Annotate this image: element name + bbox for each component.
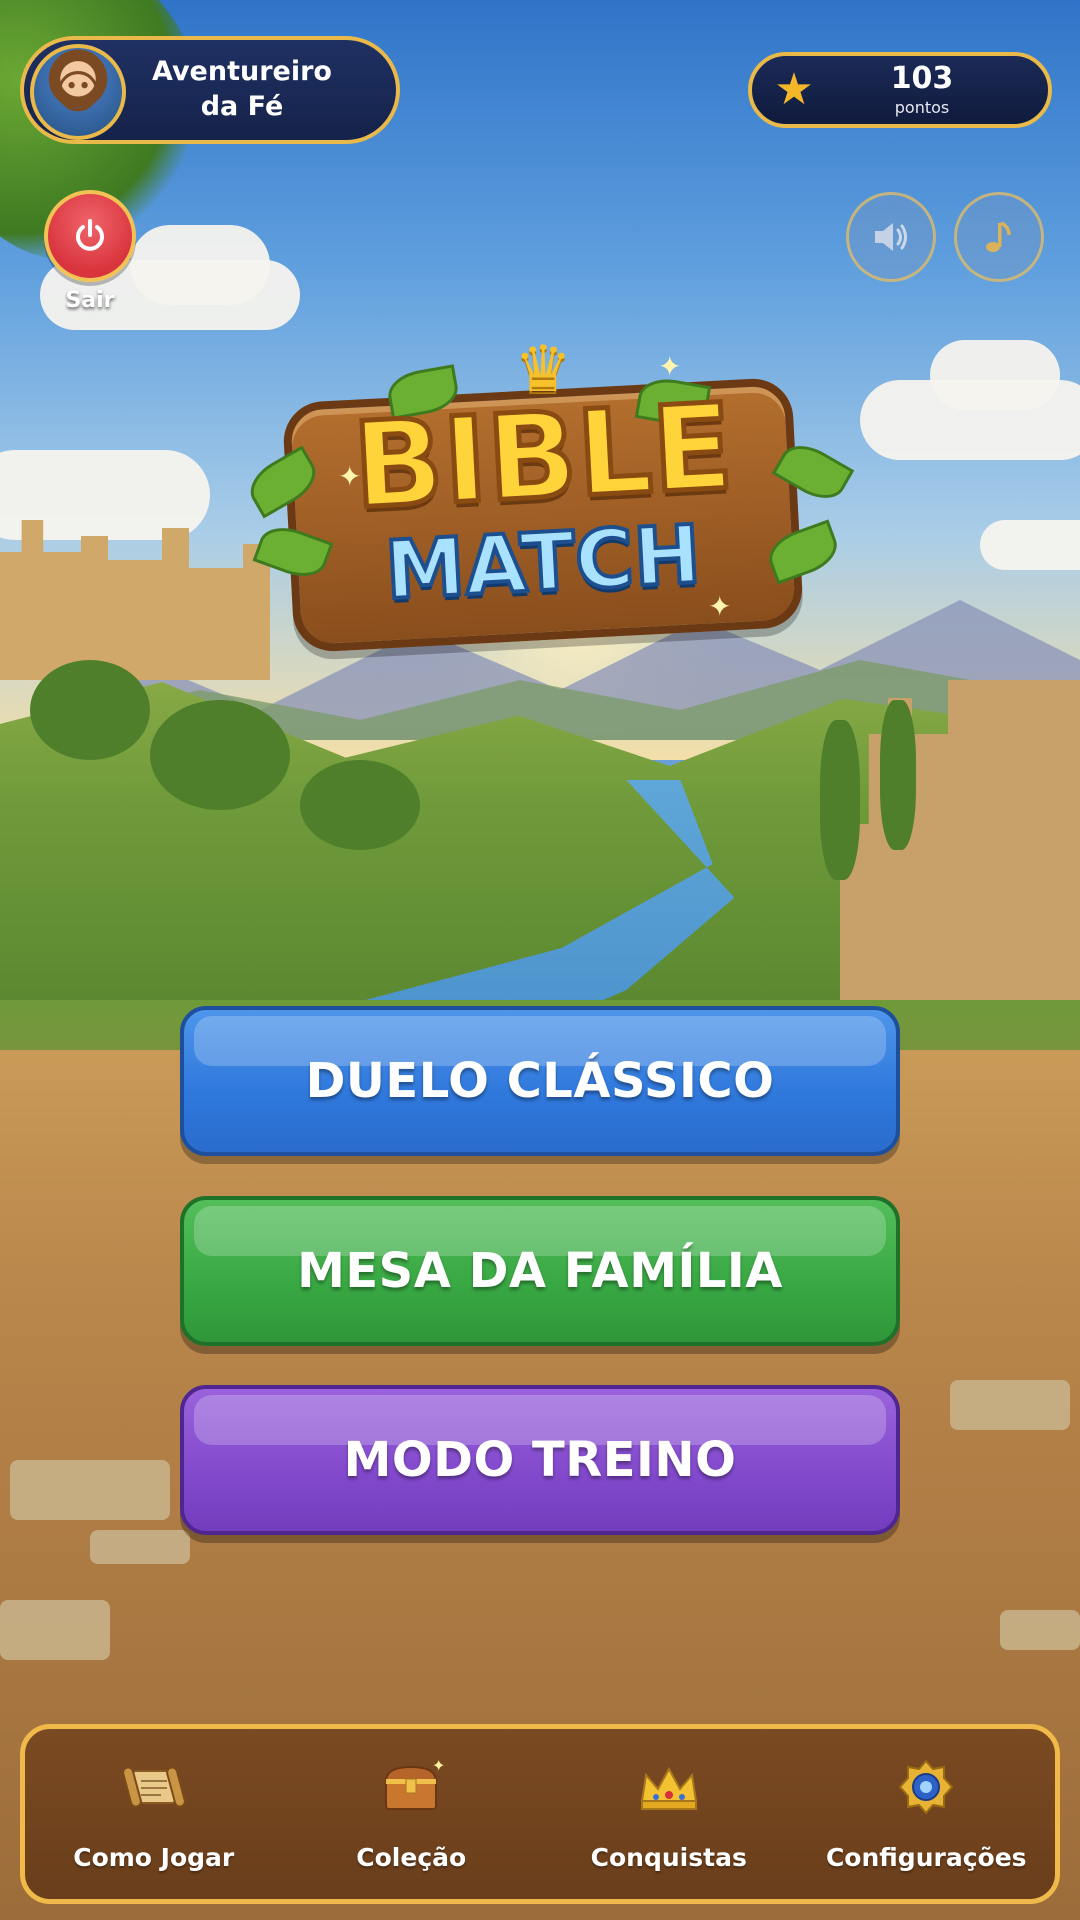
score-display: ★ 103 pontos bbox=[748, 52, 1052, 128]
exit-label: Sair bbox=[65, 288, 115, 313]
stone bbox=[1000, 1610, 1080, 1650]
player-name: Aventureiro da Fé bbox=[152, 56, 332, 122]
stone bbox=[10, 1460, 170, 1520]
bottom-nav: Como Jogar ✦ Coleção Conquistas Configur… bbox=[20, 1724, 1060, 1904]
power-icon bbox=[76, 219, 104, 251]
tree bbox=[150, 700, 290, 810]
speaker-icon bbox=[875, 223, 907, 251]
classic-duel-label: DUELO CLÁSSICO bbox=[305, 1053, 775, 1109]
classic-duel-button[interactable]: DUELO CLÁSSICO bbox=[180, 1006, 900, 1156]
nav-item-settings[interactable]: Configurações bbox=[798, 1729, 1056, 1899]
scroll-icon bbox=[118, 1755, 190, 1819]
sound-toggle-button[interactable] bbox=[846, 192, 936, 282]
nav-label-achievements: Conquistas bbox=[590, 1843, 747, 1872]
player-profile[interactable]: ☺ Aventureiro da Fé bbox=[20, 36, 400, 144]
training-mode-label: MODO TREINO bbox=[343, 1432, 737, 1488]
nav-label-settings: Configurações bbox=[825, 1843, 1027, 1872]
nav-item-achievements[interactable]: Conquistas bbox=[540, 1729, 798, 1899]
treasure-chest-icon: ✦ bbox=[375, 1755, 447, 1819]
star-icon: ★ bbox=[774, 64, 814, 115]
background-scene bbox=[0, 0, 1080, 1920]
stone bbox=[90, 1530, 190, 1564]
tree bbox=[300, 760, 420, 850]
tree bbox=[820, 720, 860, 880]
adventurer-avatar-icon: ☺ bbox=[54, 65, 102, 119]
tree bbox=[880, 700, 916, 850]
nav-item-how-to-play[interactable]: Como Jogar bbox=[25, 1729, 283, 1899]
cloud bbox=[930, 340, 1060, 410]
stone bbox=[950, 1380, 1070, 1430]
avatar[interactable]: ☺ bbox=[30, 44, 126, 140]
sparkle-icon: ✦ bbox=[658, 350, 682, 383]
score-label: pontos bbox=[894, 98, 950, 117]
tree bbox=[30, 660, 150, 760]
cloud bbox=[130, 225, 270, 305]
crown-icon bbox=[633, 1755, 705, 1819]
nav-label-collection: Coleção bbox=[356, 1843, 467, 1872]
castle-right bbox=[840, 680, 1080, 1040]
exit-button[interactable] bbox=[44, 190, 136, 282]
nav-item-collection[interactable]: ✦ Coleção bbox=[283, 1729, 541, 1899]
music-note-icon bbox=[986, 221, 1011, 252]
game-logo: ♛ ✦ ✦ ✦ BIBLE MATCH bbox=[238, 338, 855, 670]
stone bbox=[0, 1600, 110, 1660]
logo-title: BIBLE bbox=[347, 375, 738, 538]
gear-icon bbox=[890, 1755, 962, 1819]
family-table-button[interactable]: MESA DA FAMÍLIA bbox=[180, 1196, 900, 1346]
svg-text:✦: ✦ bbox=[432, 1757, 445, 1775]
nav-label-how-to-play: Como Jogar bbox=[73, 1843, 235, 1872]
family-table-label: MESA DA FAMÍLIA bbox=[297, 1243, 783, 1299]
music-toggle-button[interactable] bbox=[954, 192, 1044, 282]
training-mode-button[interactable]: MODO TREINO bbox=[180, 1385, 900, 1535]
score-value: 103 bbox=[890, 61, 954, 96]
